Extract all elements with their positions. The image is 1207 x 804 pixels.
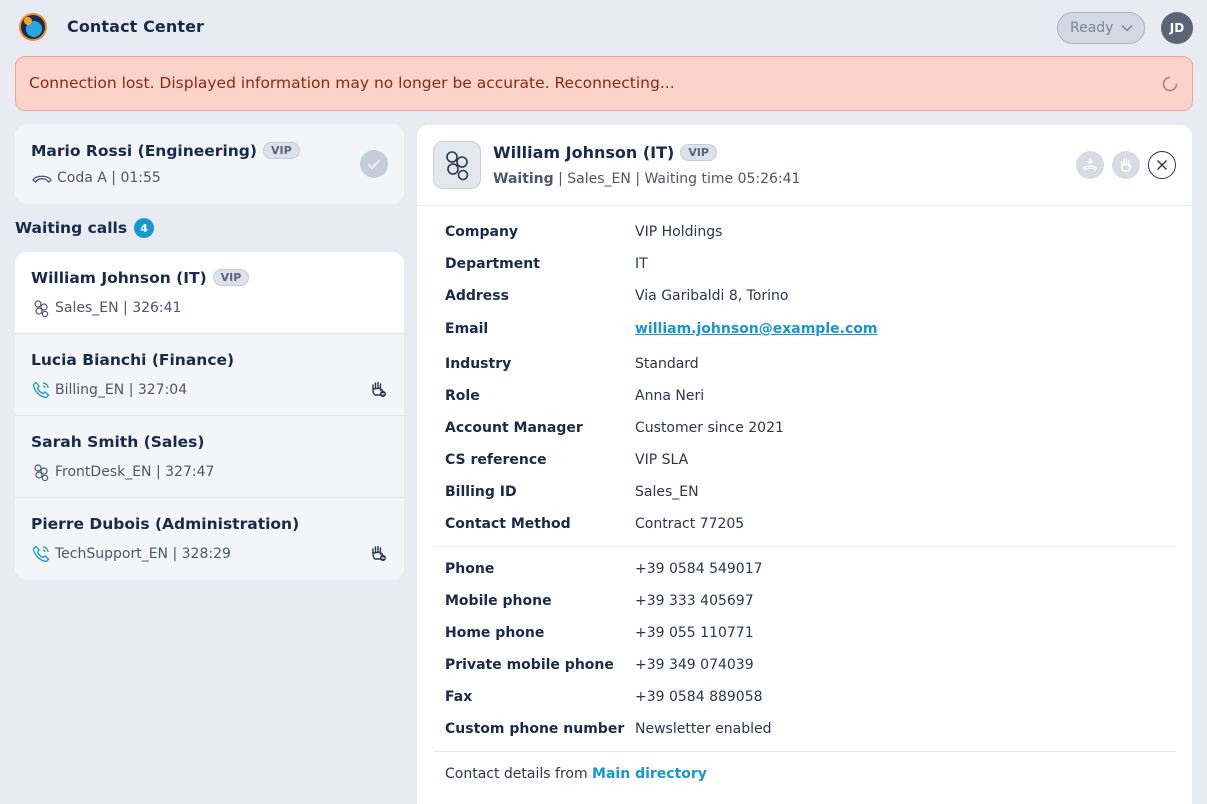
field-label: Fax (445, 689, 473, 705)
caller-name: Pierre Dubois (Administration) (31, 515, 300, 533)
vip-badge: VIP (212, 269, 250, 286)
field-label: Billing ID (445, 484, 517, 500)
waiting-calls-title: Waiting calls (15, 219, 128, 237)
field-label: Home phone (445, 625, 545, 641)
waiting-count-badge: 4 (134, 218, 155, 238)
main-directory-link[interactable]: Main directory (592, 766, 707, 782)
phone-value[interactable]: +39 0584 889058 (635, 689, 763, 705)
field-value: Sales_EN (635, 484, 699, 500)
field-value: Anna Neri (635, 388, 705, 404)
field-label: Address (445, 288, 509, 304)
loading-spinner-icon (1162, 76, 1178, 92)
app-logo-icon (19, 13, 47, 41)
list-item[interactable]: Sarah Smith (Sales) FrontDesk_EN | 327:4… (15, 416, 404, 498)
phone-value[interactable]: +39 333 405697 (635, 593, 754, 609)
field-label: Company (445, 224, 519, 240)
caller-detail: Sales_EN | 326:41 (55, 300, 182, 316)
list-item[interactable]: Lucia Bianchi (Finance) Billing_EN | 327… (15, 334, 404, 416)
close-button[interactable] (1148, 151, 1176, 179)
field-value: Via Garibaldi 8, Torino (635, 288, 789, 304)
status-dropdown[interactable]: Ready (1057, 12, 1145, 44)
field-value: Customer since 2021 (635, 420, 784, 436)
field-label: Account Manager (445, 420, 583, 436)
vip-badge: VIP (262, 142, 300, 159)
phone-hangup-icon (32, 175, 52, 183)
detail-header: William Johnson (IT) VIP Waiting | Sales_… (417, 125, 1192, 206)
user-avatar[interactable]: JD (1161, 12, 1193, 44)
field-label: Phone (445, 561, 495, 577)
connection-lost-banner: Connection lost. Displayed information m… (15, 56, 1193, 111)
app-header: Contact Center Ready JD (0, 0, 1207, 56)
banner-message: Connection lost. Displayed information m… (29, 74, 675, 92)
field-label: Contact Method (445, 516, 571, 532)
field-label: Private mobile phone (445, 657, 614, 673)
app-title: Contact Center (67, 17, 205, 36)
caller-detail: FrontDesk_EN | 327:47 (55, 464, 215, 480)
phone-value[interactable]: +39 055 110771 (635, 625, 754, 641)
field-label: CS reference (445, 452, 547, 468)
field-label: Custom phone number (445, 721, 625, 737)
phone-icon (32, 381, 50, 399)
caller-name: Lucia Bianchi (Finance) (31, 351, 235, 369)
field-value: IT (635, 256, 648, 272)
contact-name: William Johnson (IT) (493, 143, 675, 162)
list-item[interactable]: William Johnson (IT) VIP Sales_EN | 326:4… (15, 252, 404, 334)
complete-call-button[interactable] (360, 150, 388, 178)
field-label: Mobile phone (445, 593, 552, 609)
active-call-name: Mario Rossi (Engineering) (31, 142, 257, 160)
phone-value[interactable]: +39 349 074039 (635, 657, 754, 673)
chevron-down-icon (1121, 24, 1133, 32)
active-call-card[interactable]: Mario Rossi (Engineering) VIP Coda A | 01… (15, 124, 404, 204)
group-icon (446, 151, 469, 181)
answer-button[interactable] (1076, 151, 1104, 179)
waiting-calls-header: Waiting calls 4 (15, 218, 155, 238)
divider (433, 751, 1176, 752)
call-state: Waiting (493, 171, 554, 187)
phone-value: Newsletter enabled (635, 721, 772, 737)
waiting-calls-list: William Johnson (IT) VIP Sales_EN | 326:4… (15, 252, 404, 580)
field-value: VIP SLA (635, 452, 689, 468)
close-icon (1157, 160, 1167, 170)
field-label: Industry (445, 356, 512, 372)
field-value: Contract 77205 (635, 516, 745, 532)
email-link[interactable]: william.johnson@example.com (635, 321, 877, 337)
field-value: Standard (635, 356, 699, 372)
caller-name: Sarah Smith (Sales) (31, 433, 205, 451)
group-icon (34, 300, 49, 318)
active-call-detail: Coda A | 01:55 (57, 170, 161, 186)
group-icon (34, 464, 49, 482)
hold-hand-icon[interactable] (369, 380, 387, 398)
source-prefix: Contact details from (445, 766, 593, 782)
status-label: Ready (1070, 20, 1114, 36)
hand-icon (1120, 158, 1132, 172)
divider (433, 546, 1176, 547)
field-label: Email (445, 321, 489, 337)
hold-hand-icon[interactable] (369, 544, 387, 562)
phone-value[interactable]: +39 0584 549017 (635, 561, 763, 577)
call-info: | Sales_EN | Waiting time 05:26:41 (553, 171, 801, 187)
caller-detail: Billing_EN | 327:04 (55, 382, 188, 398)
field-value: VIP Holdings (635, 224, 723, 240)
vip-badge: VIP (680, 144, 717, 161)
field-label: Role (445, 388, 480, 404)
field-label: Department (445, 256, 540, 272)
caller-name: William Johnson (IT) (31, 269, 207, 287)
contact-source-note: Contact details from Main directory (445, 766, 707, 782)
list-item[interactable]: Pierre Dubois (Administration) TechSuppo… (15, 498, 404, 580)
hold-button[interactable] (1112, 151, 1140, 179)
contact-detail-panel: William Johnson (IT) VIP Waiting | Sales_… (417, 125, 1192, 804)
caller-detail: TechSupport_EN | 328:29 (55, 546, 231, 562)
checkmark-icon (367, 159, 381, 169)
group-avatar (433, 141, 481, 189)
phone-hangup-icon (1082, 158, 1098, 171)
phone-icon (32, 545, 50, 563)
